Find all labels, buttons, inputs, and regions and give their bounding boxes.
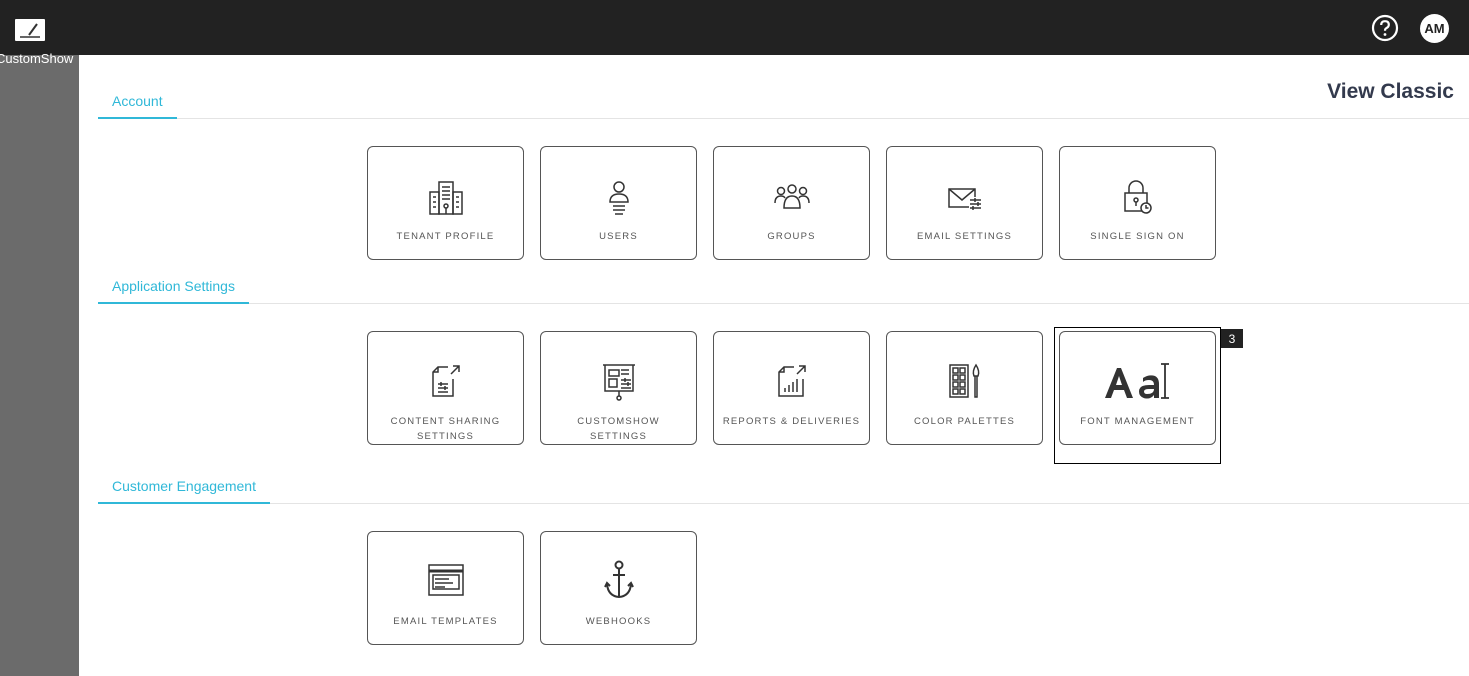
content-sharing-settings-card[interactable]: CONTENT SHARING SETTINGS xyxy=(367,331,524,445)
email-settings-icon xyxy=(947,188,981,210)
document-share-icon xyxy=(431,365,460,397)
card-label: COLOR PALETTES xyxy=(913,416,1016,427)
customshow-settings-card[interactable]: CUSTOMSHOW SETTINGS xyxy=(540,331,697,445)
email-templates-card[interactable]: EMAIL TEMPLATES xyxy=(367,531,524,645)
card-label: REPORTS & DELIVERIES xyxy=(722,416,861,427)
users-card[interactable]: USERS xyxy=(540,146,697,260)
card-label: WEBHOOKS xyxy=(585,616,652,627)
groups-card[interactable]: GROUPS xyxy=(713,146,870,260)
section-header-application-settings: Application Settings xyxy=(98,274,1469,304)
email-template-icon xyxy=(427,564,464,596)
card-label: GROUPS xyxy=(767,231,816,242)
card-label: TENANT PROFILE xyxy=(396,231,495,242)
tenant-profile-card[interactable]: TENANT PROFILE xyxy=(367,146,524,260)
card-label: EMAIL TEMPLATES xyxy=(393,616,498,627)
card-label: CUSTOMSHOW SETTINGS xyxy=(577,416,660,442)
section-header-account: Account xyxy=(98,89,1469,119)
report-chart-icon xyxy=(777,365,806,397)
user-icon xyxy=(608,181,629,215)
lock-icon xyxy=(1123,180,1152,214)
webhooks-card[interactable]: WEBHOOKS xyxy=(540,531,697,645)
presentation-board-icon xyxy=(602,364,635,401)
card-label: EMAIL SETTINGS xyxy=(916,231,1013,242)
tab-application-settings[interactable]: Application Settings xyxy=(98,278,249,304)
avatar[interactable]: AM xyxy=(1420,14,1449,43)
tab-account[interactable]: Account xyxy=(98,93,177,119)
building-icon xyxy=(428,181,463,215)
group-icon xyxy=(773,184,810,209)
card-label: USERS xyxy=(599,231,638,242)
card-label: SINGLE SIGN ON xyxy=(1090,231,1185,242)
palette-brush-icon xyxy=(948,363,979,398)
email-settings-card[interactable]: EMAIL SETTINGS xyxy=(886,146,1043,260)
top-bar xyxy=(79,0,1469,55)
single-sign-on-card[interactable]: SINGLE SIGN ON xyxy=(1059,146,1216,260)
reports-deliveries-card[interactable]: REPORTS & DELIVERIES xyxy=(713,331,870,445)
section-header-customer-engagement: Customer Engagement xyxy=(98,474,1469,504)
tab-customer-engagement[interactable]: Customer Engagement xyxy=(98,478,270,504)
app-name: CustomShow xyxy=(0,51,74,66)
card-label: CONTENT SHARING SETTINGS xyxy=(390,416,501,442)
annotation-badge: 3 xyxy=(1221,329,1243,348)
sidebar xyxy=(0,0,79,676)
sidebar-logo-area[interactable] xyxy=(0,0,79,55)
color-palettes-card[interactable]: COLOR PALETTES xyxy=(886,331,1043,445)
help-icon[interactable] xyxy=(1371,14,1399,42)
highlight-box xyxy=(1054,327,1221,464)
anchor-icon xyxy=(603,560,634,599)
logo-icon xyxy=(15,19,45,41)
